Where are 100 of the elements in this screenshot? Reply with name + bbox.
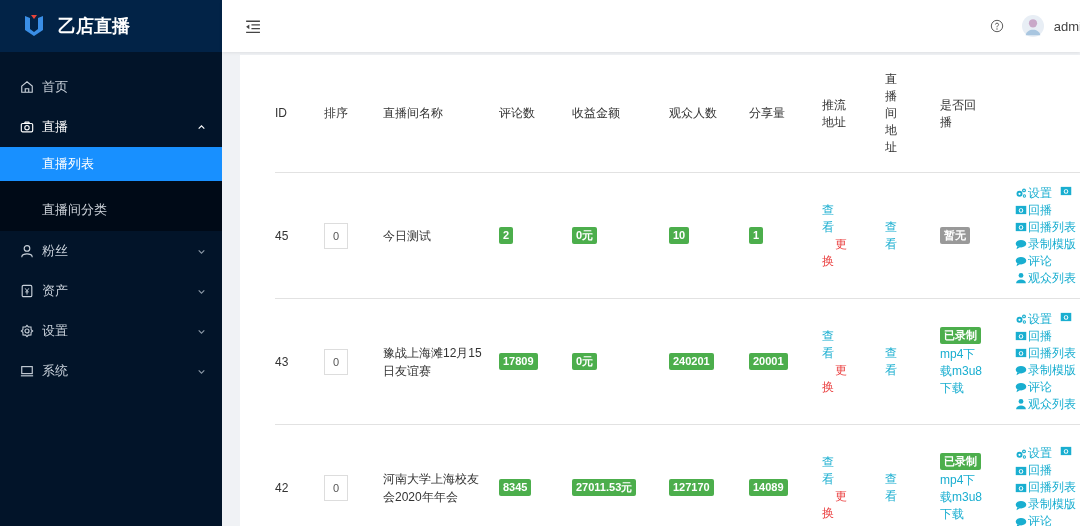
camera-icon[interactable] (1060, 445, 1072, 457)
app-title: 乙店直播 (58, 15, 130, 38)
action-link[interactable]: 录制模版 (1015, 235, 1076, 253)
logo-icon (24, 12, 44, 37)
avatar-icon (1021, 15, 1044, 37)
link[interactable]: 查看 (885, 218, 898, 253)
action-link[interactable]: 设置 (1015, 310, 1052, 328)
status-badge: 暂无 (940, 227, 970, 244)
action-link[interactable]: 录制模版 (1015, 361, 1076, 379)
column-header: 分享量 (749, 105, 786, 122)
link[interactable]: 查看 (822, 327, 835, 362)
menu-item[interactable]: 系统 (0, 351, 222, 391)
camera-icon (1015, 221, 1027, 233)
count-badge: 14089 (749, 479, 788, 496)
gears-icon (1015, 447, 1027, 460)
laptop-icon (20, 364, 34, 378)
wallet-icon (20, 284, 34, 298)
action-link[interactable]: 观众列表 (1015, 395, 1076, 413)
column-header: 直播间名称 (383, 105, 444, 122)
menu-item[interactable]: 首页 (0, 67, 222, 107)
table-cell-text: 今日测试 (383, 227, 432, 245)
camera-icon (1015, 347, 1027, 359)
table-cell-text: 43 (275, 354, 290, 369)
download-links[interactable]: mp4下载m3u8下载 (940, 345, 984, 397)
column-header: 是否回播 (940, 96, 977, 131)
menu-item[interactable]: 直播 (0, 107, 222, 147)
chat-bubble-icon (1015, 238, 1027, 250)
action-link[interactable]: 回播 (1015, 201, 1052, 219)
action-link[interactable]: 录制模版 (1015, 496, 1076, 513)
sort-input[interactable]: 0 (324, 348, 348, 375)
column-header: 评论数 (499, 105, 536, 122)
action-link[interactable]: 回播 (1015, 462, 1052, 479)
chat-bubble-icon (1015, 381, 1027, 393)
count-badge: 17809 (499, 353, 538, 370)
chat-bubble-icon (1015, 364, 1027, 376)
camera-icon (1015, 204, 1027, 216)
count-badge: 27011.53元 (572, 479, 637, 496)
action-link[interactable]: 回播列表 (1015, 344, 1076, 362)
person-icon (20, 244, 34, 258)
settings-icon (20, 324, 34, 338)
help-icon (989, 19, 1004, 33)
column-header: 观众人数 (669, 105, 718, 122)
action-link[interactable]: 回播 (1015, 327, 1052, 345)
link[interactable]: 更换 (822, 487, 848, 522)
action-link[interactable]: 评论 (1015, 252, 1052, 270)
link[interactable]: 查看 (885, 470, 898, 505)
link[interactable]: 查看 (822, 453, 835, 488)
menu-fold-icon (244, 17, 261, 35)
action-link[interactable]: 回播列表 (1015, 218, 1076, 236)
action-link[interactable]: 评论 (1015, 513, 1052, 526)
submenu-item[interactable]: 直播列表 (0, 147, 222, 181)
camera-icon (20, 120, 34, 134)
sort-input[interactable]: 0 (324, 474, 348, 501)
chat-bubble-icon (1015, 255, 1027, 267)
action-link[interactable]: 观众列表 (1015, 269, 1076, 287)
column-header: 排序 (324, 105, 349, 122)
menu-item[interactable]: 资产 (0, 271, 222, 311)
count-badge: 8345 (499, 479, 532, 496)
link[interactable]: 更换 (822, 235, 848, 270)
person-icon (1015, 272, 1027, 284)
menu-item[interactable]: 设置 (0, 311, 222, 351)
table-cell-text: 豫战上海滩12月15日友谊赛 (383, 344, 483, 380)
download-links[interactable]: mp4下载m3u8下载 (940, 471, 984, 523)
camera-icon[interactable] (1060, 310, 1072, 323)
gears-icon (1015, 187, 1027, 199)
chat-bubble-icon (1015, 498, 1027, 511)
camera-icon (1015, 481, 1027, 494)
link[interactable]: 查看 (822, 201, 835, 236)
column-header: 推流地址 (822, 96, 847, 131)
link[interactable]: 查看 (885, 344, 898, 379)
column-header: 直播间地址 (885, 71, 898, 156)
action-link[interactable]: 设置 (1015, 184, 1052, 202)
person-icon (1015, 398, 1027, 410)
action-link[interactable]: 设置 (1015, 445, 1052, 462)
submenu-item[interactable]: 直播间分类 (0, 189, 222, 231)
status-badge: 已录制 (940, 326, 981, 344)
camera-icon[interactable] (1060, 184, 1072, 197)
menu-item[interactable]: 粉丝 (0, 231, 222, 271)
chat-bubble-icon (1015, 515, 1027, 526)
home-icon (20, 80, 34, 94)
table-cell-text: 42 (275, 480, 290, 495)
count-badge: 10 (669, 227, 690, 244)
table-cell-text: 45 (275, 228, 290, 243)
status-badge: 已录制 (940, 452, 981, 470)
count-badge: 2 (499, 227, 514, 244)
count-badge: 1 (749, 227, 764, 244)
camera-icon (1015, 330, 1027, 342)
table-cell-text: 河南大学上海校友会2020年年会 (383, 470, 480, 506)
column-header: 收益金额 (572, 105, 621, 122)
camera-icon (1015, 464, 1027, 477)
gears-icon (1015, 313, 1027, 325)
action-link[interactable]: 回播列表 (1015, 479, 1076, 496)
count-badge: 0元 (572, 353, 598, 370)
link[interactable]: 更换 (822, 361, 848, 396)
action-link[interactable]: 评论 (1015, 378, 1052, 396)
column-header: ID (275, 105, 288, 122)
sort-input[interactable]: 0 (324, 222, 348, 249)
count-badge: 240201 (669, 353, 714, 370)
count-badge: 0元 (572, 227, 598, 244)
count-badge: 127170 (669, 479, 714, 496)
